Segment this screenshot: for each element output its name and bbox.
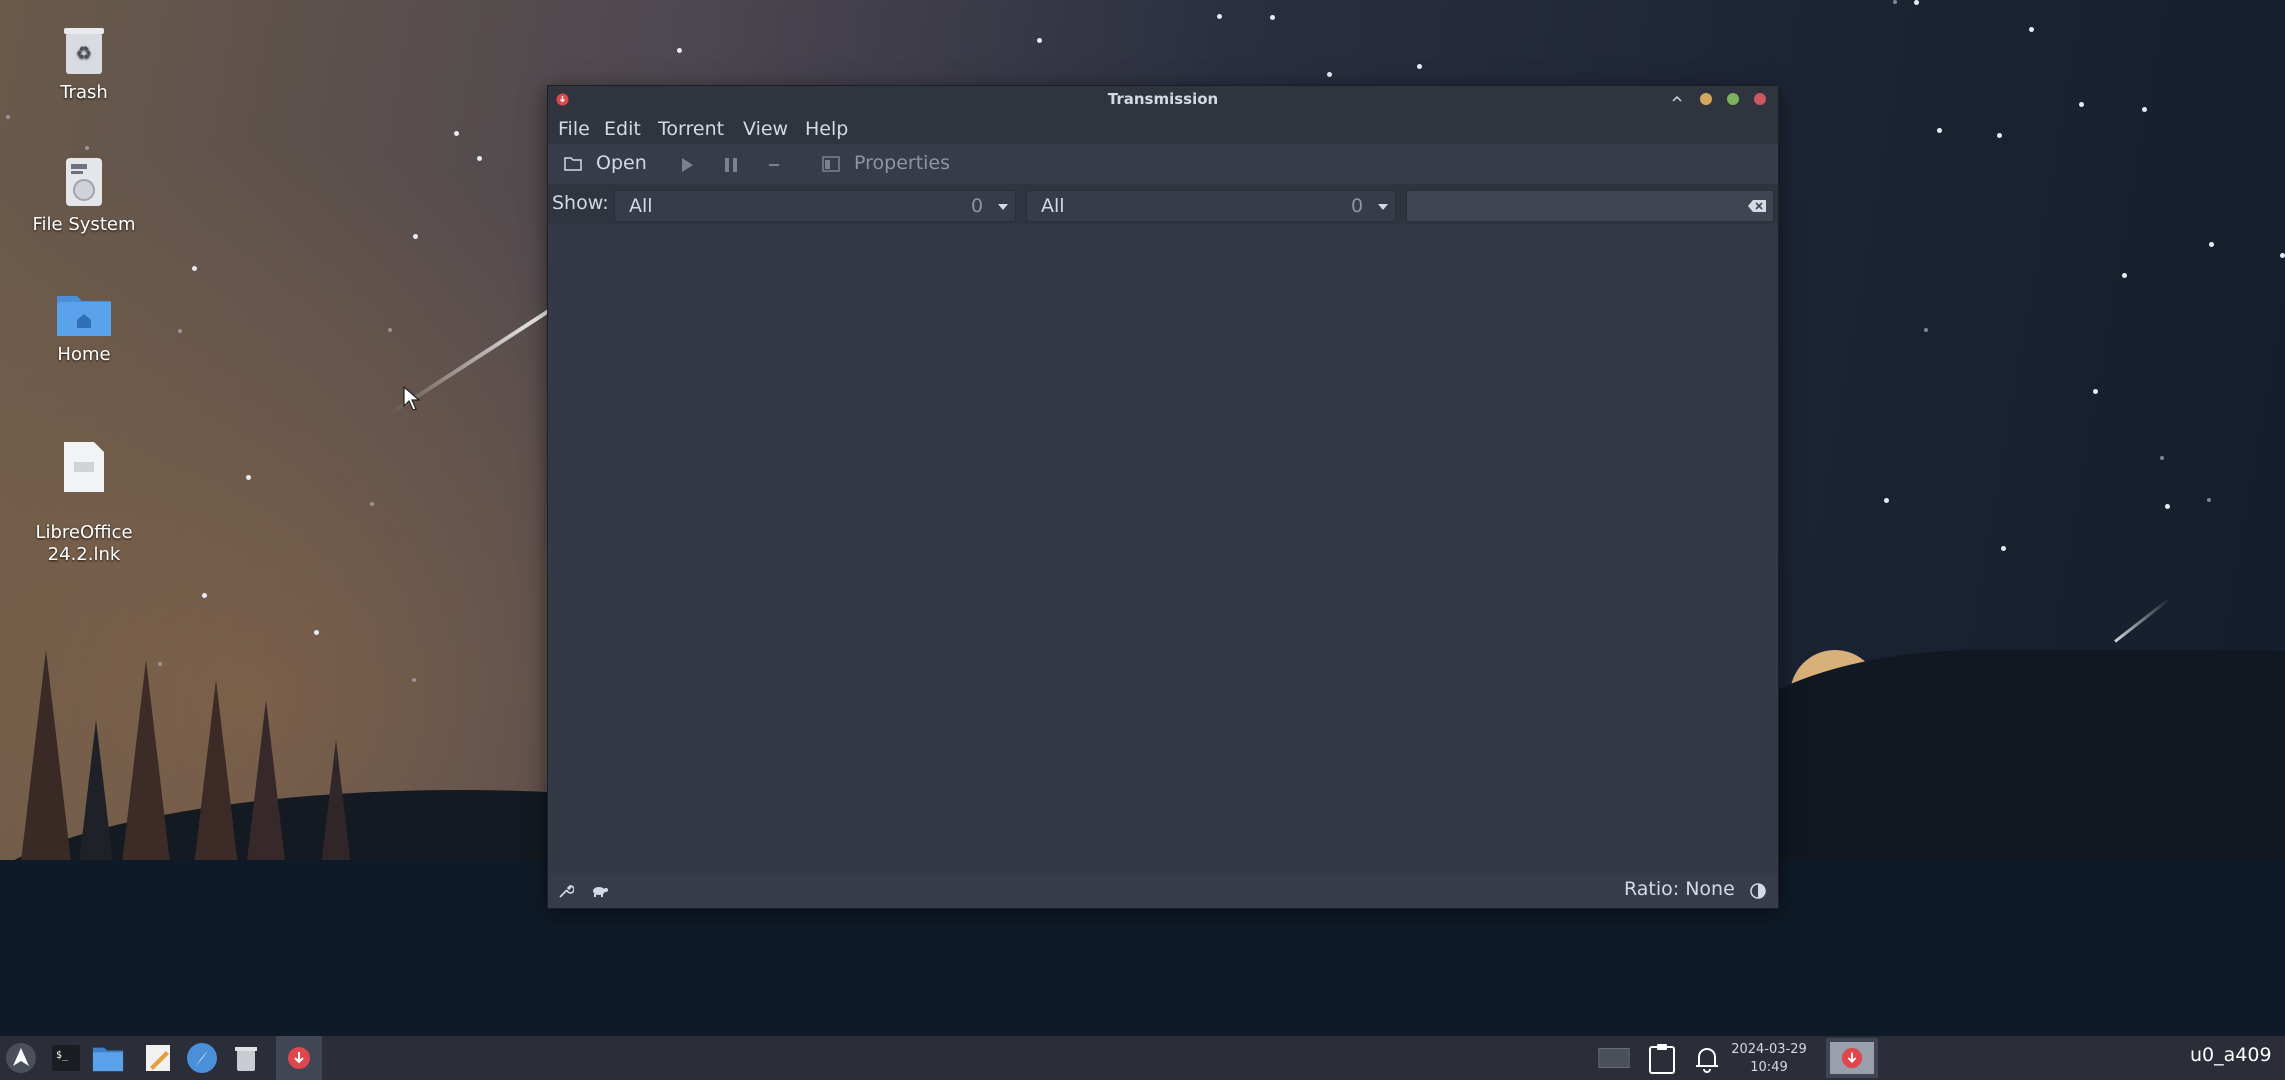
tray-transmission-button[interactable] bbox=[1826, 1038, 1878, 1078]
pause-icon[interactable] bbox=[723, 157, 739, 173]
folder-open-icon bbox=[564, 157, 582, 171]
menu-help[interactable]: Help bbox=[805, 118, 848, 140]
clipboard-icon[interactable] bbox=[1646, 1042, 1678, 1074]
close-button[interactable] bbox=[1754, 93, 1766, 105]
menu-file[interactable]: File bbox=[558, 118, 590, 140]
window-titlebar[interactable]: Transmission bbox=[548, 86, 1778, 112]
minimize-button[interactable] bbox=[1700, 93, 1712, 105]
tracker-filter-combo[interactable]: All 0 bbox=[1026, 190, 1396, 222]
desktop-icon-home[interactable]: Home bbox=[19, 288, 149, 366]
transmission-window: Transmission File Edit Torrent View Help… bbox=[547, 85, 1779, 909]
chevron-down-icon bbox=[998, 204, 1008, 210]
open-label: Open bbox=[596, 152, 647, 174]
activity-filter-combo[interactable]: All 0 bbox=[614, 190, 1016, 222]
menu-bar: File Edit Torrent View Help bbox=[548, 112, 1778, 144]
ratio-status[interactable]: Ratio: None bbox=[1624, 878, 1735, 900]
notifications-bell-icon[interactable] bbox=[1691, 1042, 1723, 1074]
tracker-filter-value: All bbox=[1041, 195, 1065, 217]
desktop-icon-label: File System bbox=[32, 214, 136, 235]
drive-icon bbox=[66, 158, 102, 206]
svg-text:$_: $_ bbox=[56, 1050, 69, 1061]
desktop-icon-label: LibreOffice 24.2.lnk bbox=[35, 522, 133, 565]
file-manager-icon[interactable] bbox=[92, 1042, 124, 1074]
desktop-icon-trash[interactable]: ♻ Trash bbox=[19, 24, 149, 104]
chevron-down-icon bbox=[1378, 204, 1388, 210]
desktop-icon-label: Trash bbox=[60, 82, 108, 103]
turtle-speed-limit-icon[interactable] bbox=[591, 885, 609, 897]
search-input[interactable] bbox=[1406, 190, 1774, 222]
taskbar: $_ bbox=[0, 1036, 2285, 1080]
workspace-switcher-icon[interactable] bbox=[1598, 1042, 1630, 1074]
remove-icon[interactable] bbox=[768, 163, 780, 167]
trash-icon: ♻ bbox=[64, 28, 104, 74]
web-browser-icon[interactable] bbox=[186, 1042, 218, 1074]
transmission-tray-icon bbox=[1841, 1047, 1863, 1069]
app-menu-icon[interactable] bbox=[5, 1042, 37, 1074]
activity-filter-value: All bbox=[629, 195, 653, 217]
clock[interactable]: 2024-03-29 10:49 bbox=[1726, 1041, 1812, 1077]
desktop-icon-label: Home bbox=[57, 344, 111, 365]
start-icon[interactable] bbox=[680, 157, 694, 173]
document-icon bbox=[64, 442, 104, 492]
properties-label: Properties bbox=[854, 152, 951, 174]
clock-time: 10:49 bbox=[1750, 1060, 1788, 1075]
shade-window-icon[interactable] bbox=[1672, 94, 1682, 104]
transmission-icon bbox=[288, 1047, 310, 1069]
svg-text:♻: ♻ bbox=[76, 43, 92, 64]
desktop-icon-file-system[interactable]: File System bbox=[19, 156, 149, 236]
mouse-cursor-icon bbox=[403, 386, 421, 411]
preferences-wrench-icon[interactable] bbox=[558, 883, 574, 899]
open-button[interactable]: Open bbox=[562, 150, 658, 178]
maximize-button[interactable] bbox=[1727, 93, 1739, 105]
terminal-icon[interactable]: $_ bbox=[50, 1042, 82, 1074]
ratio-indicator-icon[interactable] bbox=[1750, 883, 1766, 899]
menu-view[interactable]: View bbox=[743, 118, 788, 140]
user-name[interactable]: u0_a409 bbox=[2190, 1044, 2285, 1074]
properties-icon bbox=[822, 156, 840, 172]
menu-edit[interactable]: Edit bbox=[604, 118, 641, 140]
activity-filter-count: 0 bbox=[971, 195, 984, 217]
show-label: Show: bbox=[552, 192, 609, 214]
status-bar: Ratio: None bbox=[548, 874, 1778, 908]
window-title: Transmission bbox=[1107, 90, 1219, 108]
menu-torrent[interactable]: Torrent bbox=[658, 118, 724, 140]
taskbar-transmission-button[interactable] bbox=[276, 1036, 322, 1080]
desktop-icon-libreoffice[interactable]: LibreOffice 24.2.lnk bbox=[19, 418, 149, 566]
torrent-list[interactable] bbox=[548, 224, 1778, 874]
home-folder-icon bbox=[57, 296, 111, 336]
tracker-filter-count: 0 bbox=[1351, 195, 1364, 217]
properties-button[interactable]: Properties bbox=[820, 150, 965, 178]
clock-date: 2024-03-29 bbox=[1731, 1042, 1807, 1057]
trash-taskbar-icon[interactable] bbox=[230, 1042, 262, 1074]
text-editor-icon[interactable] bbox=[142, 1042, 174, 1074]
clear-search-icon[interactable] bbox=[1748, 200, 1766, 212]
toolbar: Open Properties bbox=[548, 144, 1778, 184]
